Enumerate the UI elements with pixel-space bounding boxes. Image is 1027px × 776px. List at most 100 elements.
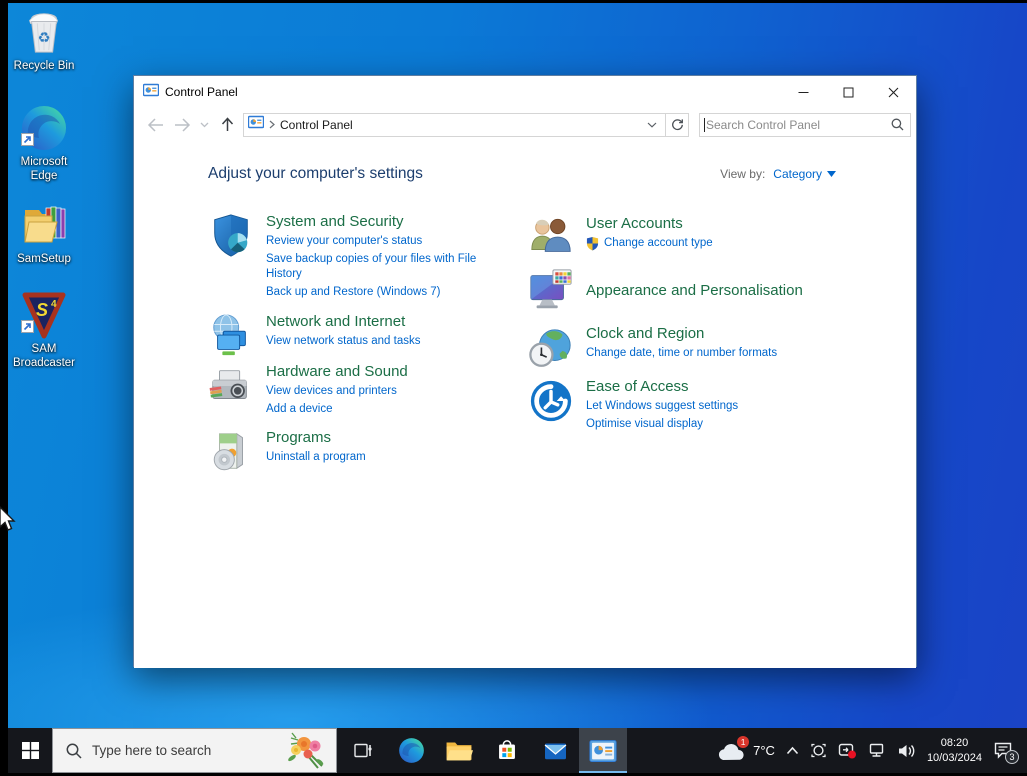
- page-title: Adjust your computer's settings: [208, 165, 423, 182]
- taskbar: 1 7°C: [8, 728, 1027, 773]
- tray-meet-now-icon[interactable]: [810, 742, 827, 759]
- category-title[interactable]: System and Security: [266, 213, 488, 230]
- taskbar-clock[interactable]: 08:20 10/03/2024: [927, 736, 982, 766]
- category-link[interactable]: Uninstall a program: [266, 450, 366, 465]
- mail-icon: [544, 743, 566, 759]
- desktop-icon-sam-broadcaster[interactable]: S 4 SAM Broadcaster: [6, 291, 82, 371]
- view-by-value: Category: [773, 167, 822, 181]
- volume-icon[interactable]: [897, 743, 916, 759]
- window-titlebar[interactable]: Control Panel: [134, 76, 916, 108]
- forward-button[interactable]: [171, 113, 193, 137]
- refresh-button[interactable]: [666, 112, 689, 137]
- category-title[interactable]: Programs: [266, 429, 366, 446]
- category-link[interactable]: Let Windows suggest settings: [586, 399, 738, 414]
- weather-widget[interactable]: 1 7°C: [716, 735, 775, 762]
- start-button[interactable]: [8, 728, 52, 773]
- breadcrumb-chevron-icon[interactable]: [269, 120, 275, 129]
- category-title[interactable]: Ease of Access: [586, 378, 738, 395]
- chevron-up-icon: [786, 746, 799, 755]
- dropdown-triangle-icon: [827, 171, 836, 177]
- ease-of-access-icon[interactable]: [528, 378, 574, 424]
- system-security-shield-icon[interactable]: [208, 213, 254, 259]
- tray-sync-alert-icon[interactable]: [838, 742, 857, 759]
- minimize-button[interactable]: [781, 76, 826, 108]
- uac-shield-icon: [586, 237, 599, 251]
- control-panel-icon: [142, 82, 160, 103]
- two-users-icon[interactable]: [528, 215, 574, 261]
- category-title[interactable]: Network and Internet: [266, 313, 420, 330]
- category-title[interactable]: Appearance and Personalisation: [586, 282, 803, 299]
- mouse-cursor: [0, 505, 17, 538]
- taskbar-edge-button[interactable]: [387, 728, 435, 773]
- category-ease-of-access: Ease of Access Let Windows suggest setti…: [528, 378, 738, 432]
- address-bar-group: Control Panel: [243, 112, 689, 137]
- refresh-icon: [671, 119, 683, 131]
- network-ethernet-icon[interactable]: [868, 743, 886, 759]
- control-panel-icon: [247, 114, 265, 135]
- category-title[interactable]: Clock and Region: [586, 325, 777, 342]
- control-panel-search[interactable]: [699, 112, 911, 137]
- search-input[interactable]: [706, 117, 891, 132]
- control-panel-content: Adjust your computer's settings View by:…: [134, 141, 916, 668]
- taskbar-file-explorer-button[interactable]: [435, 728, 483, 773]
- taskbar-search[interactable]: [52, 728, 337, 773]
- maximize-button[interactable]: [826, 76, 871, 108]
- back-arrow-icon: [147, 117, 163, 132]
- view-by-dropdown[interactable]: Category: [773, 167, 836, 181]
- task-view-button[interactable]: [339, 728, 387, 773]
- taskbar-mail-button[interactable]: [531, 728, 579, 773]
- task-view-icon: [353, 743, 372, 758]
- network-globe-monitors-icon[interactable]: [208, 313, 254, 359]
- category-link[interactable]: Save backup copies of your files with Fi…: [266, 252, 488, 282]
- edge-icon: [398, 738, 424, 763]
- category-link[interactable]: Review your computer's status: [266, 234, 488, 249]
- category-clock-and-region: Clock and Region Change date, time or nu…: [528, 325, 777, 371]
- action-center-button[interactable]: 3: [993, 741, 1019, 764]
- category-link[interactable]: Add a device: [266, 402, 408, 417]
- microsoft-store-icon: [499, 739, 515, 759]
- recycle-bin-icon: ♻: [20, 8, 68, 56]
- search-icon: [66, 743, 82, 759]
- show-hidden-icons-button[interactable]: [786, 746, 799, 755]
- up-button[interactable]: [216, 113, 238, 137]
- address-dropdown-button[interactable]: [643, 122, 661, 128]
- printer-icon[interactable]: [208, 363, 254, 409]
- clock-time: 08:20: [940, 736, 969, 749]
- breadcrumb[interactable]: Control Panel: [280, 118, 638, 132]
- flower-bouquet-icon[interactable]: [286, 732, 328, 770]
- category-title[interactable]: Hardware and Sound: [266, 363, 408, 380]
- category-link[interactable]: Optimise visual display: [586, 417, 738, 432]
- notification-count-badge: 3: [1005, 749, 1019, 764]
- category-link[interactable]: Change date, time or number formats: [586, 346, 777, 361]
- desktop-icon-label: Recycle Bin: [13, 60, 75, 72]
- shortcut-arrow-icon: [21, 133, 34, 151]
- sam-broadcaster-icon: S 4: [20, 291, 68, 339]
- desktop-icon-recycle-bin[interactable]: ♻ Recycle Bin: [6, 8, 82, 73]
- desktop-icon-samsetup[interactable]: SamSetup: [6, 201, 82, 266]
- close-button[interactable]: [871, 76, 916, 108]
- taskbar-search-input[interactable]: [92, 743, 276, 758]
- category-title[interactable]: User Accounts: [586, 215, 713, 232]
- chevron-down-icon: [200, 122, 209, 127]
- search-icon[interactable]: [891, 118, 904, 131]
- category-link[interactable]: Back up and Restore (Windows 7): [266, 285, 488, 300]
- folder-files-icon: [20, 201, 68, 249]
- desktop-icon-microsoft-edge[interactable]: Microsoft Edge: [6, 104, 82, 184]
- software-box-cd-icon[interactable]: [208, 429, 254, 475]
- recent-pages-button[interactable]: [198, 113, 211, 137]
- close-icon: [888, 87, 899, 97]
- taskbar-store-button[interactable]: [483, 728, 531, 773]
- category-link[interactable]: View devices and printers: [266, 384, 408, 399]
- svg-text:4: 4: [51, 299, 57, 310]
- taskbar-control-panel-button[interactable]: [579, 728, 627, 773]
- back-button[interactable]: [144, 113, 166, 137]
- category-link[interactable]: View network status and tasks: [266, 334, 420, 349]
- globe-clock-icon[interactable]: [528, 325, 574, 371]
- category-link[interactable]: Change account type: [604, 236, 713, 251]
- window-title: Control Panel: [165, 85, 238, 99]
- svg-text:♻: ♻: [38, 31, 51, 47]
- monitor-palette-icon[interactable]: [528, 267, 574, 313]
- shortcut-arrow-icon: [21, 320, 34, 338]
- address-bar[interactable]: Control Panel: [243, 112, 666, 137]
- edge-icon: [20, 104, 68, 152]
